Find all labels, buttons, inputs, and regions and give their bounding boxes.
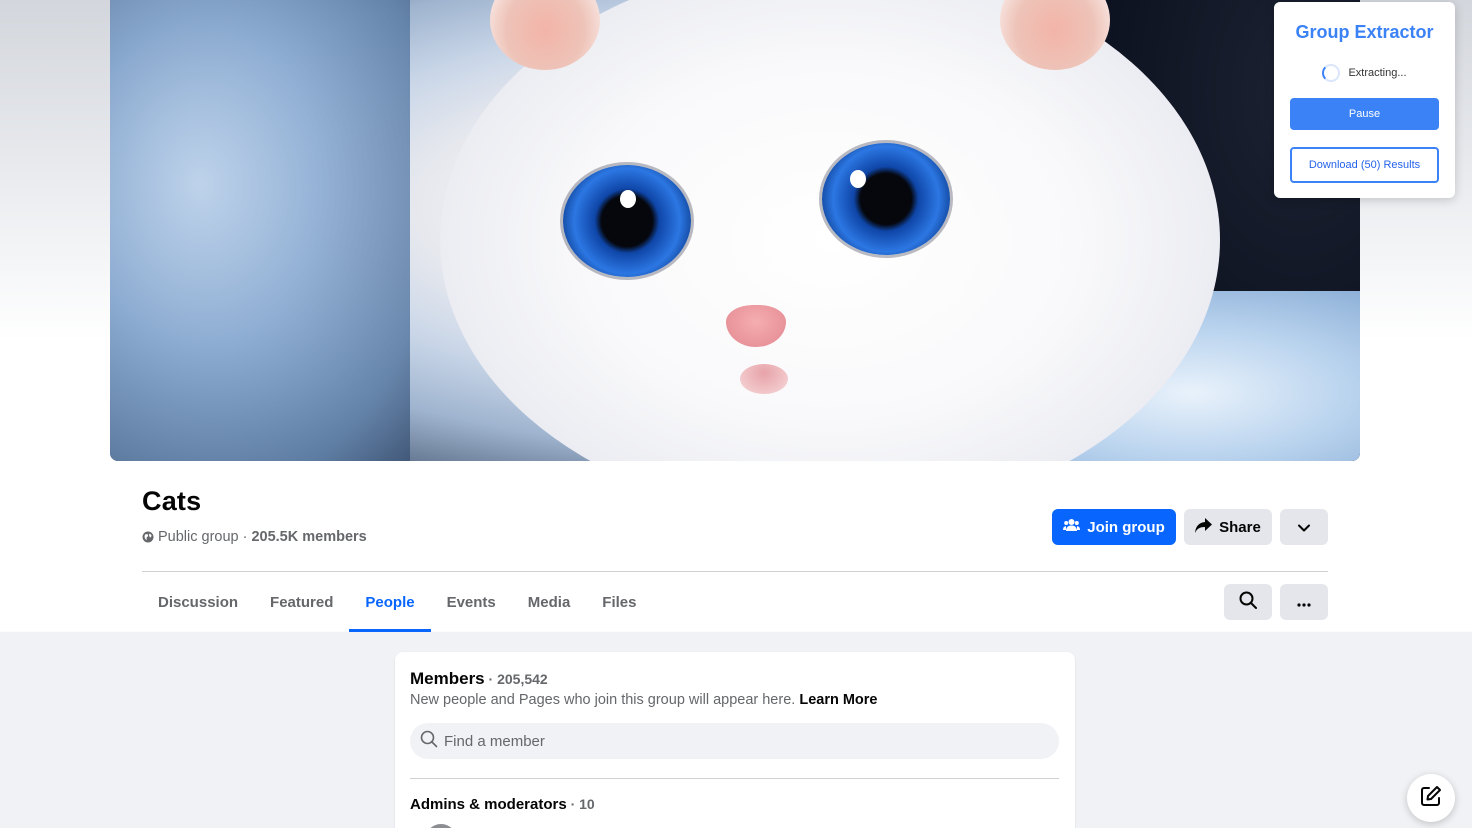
tab-people[interactable]: People — [349, 572, 431, 632]
compose-message-button[interactable] — [1407, 774, 1455, 822]
kitten-head — [440, 0, 1220, 461]
chevron-down-icon — [1298, 519, 1310, 536]
search-icon — [1239, 591, 1257, 613]
members-description: New people and Pages who join this group… — [410, 692, 878, 708]
card-divider — [410, 778, 1059, 779]
tab-featured-label: Featured — [270, 593, 334, 611]
people-icon — [1063, 518, 1081, 536]
extension-status: Extracting... — [1274, 64, 1455, 82]
share-label: Share — [1219, 518, 1261, 536]
members-title: Members — [410, 669, 485, 688]
learn-more-link[interactable]: Learn More — [799, 692, 877, 708]
group-extractor-popup: Group Extractor Extracting... Pause Down… — [1274, 2, 1455, 198]
group-search-button[interactable] — [1224, 584, 1272, 620]
members-count: · 205,542 — [484, 671, 548, 687]
tab-events[interactable]: Events — [431, 572, 512, 632]
share-button[interactable]: Share — [1184, 509, 1272, 545]
tab-discussion-label: Discussion — [158, 593, 239, 611]
compose-icon — [1420, 785, 1442, 812]
share-arrow-icon — [1195, 517, 1213, 537]
tab-files[interactable]: Files — [586, 572, 652, 632]
members-heading: Members · 205,542 — [410, 669, 548, 689]
group-name: Cats — [142, 486, 202, 516]
members-card: Members · 205,542 New people and Pages w… — [395, 652, 1075, 828]
tab-discussion[interactable]: Discussion — [142, 572, 254, 632]
kitten-eye-left — [563, 165, 691, 277]
kitten-eye-right — [822, 143, 950, 255]
find-member-input[interactable] — [444, 732, 1024, 750]
tab-events-label: Events — [446, 593, 496, 611]
download-results-button[interactable]: Download (50) Results — [1290, 147, 1439, 183]
spinner-icon — [1322, 64, 1341, 82]
pause-button[interactable]: Pause — [1290, 98, 1439, 130]
join-group-button[interactable]: Join group — [1052, 509, 1176, 545]
cover-photo — [110, 0, 1360, 461]
join-group-label: Join group — [1087, 518, 1165, 536]
admins-heading: Admins & moderators · 10 — [410, 796, 595, 813]
extension-title: Group Extractor — [1295, 22, 1434, 42]
search-icon — [420, 730, 438, 753]
members-description-text: New people and Pages who join this group… — [410, 692, 796, 708]
globe-icon — [142, 531, 154, 543]
tab-files-label: Files — [602, 593, 637, 611]
meta-separator: · — [242, 529, 248, 545]
admins-count: · 10 — [566, 796, 595, 812]
group-privacy: Public group — [158, 529, 239, 545]
tab-featured[interactable]: Featured — [254, 572, 349, 632]
avatar[interactable] — [425, 824, 457, 828]
extension-status-text: Extracting... — [1348, 67, 1407, 79]
tab-media-label: Media — [527, 593, 571, 611]
more-options-dropdown-button[interactable] — [1280, 509, 1328, 545]
tab-media[interactable]: Media — [512, 572, 587, 632]
cover-bg-left — [110, 0, 410, 461]
tab-people-label: People — [365, 593, 415, 611]
kitten-mouth — [740, 364, 788, 394]
admins-label: Admins & moderators — [410, 796, 567, 813]
more-dots-icon — [1297, 594, 1311, 611]
group-tabs: Discussion Featured People Events Media … — [142, 572, 652, 632]
group-more-button[interactable] — [1280, 584, 1328, 620]
group-meta: Public group · 205.5K members — [142, 529, 367, 545]
group-member-count[interactable]: 205.5K members — [251, 529, 366, 545]
find-member-search[interactable] — [410, 723, 1059, 759]
eye-glint-left — [620, 190, 636, 208]
eye-glint-right — [850, 170, 866, 188]
